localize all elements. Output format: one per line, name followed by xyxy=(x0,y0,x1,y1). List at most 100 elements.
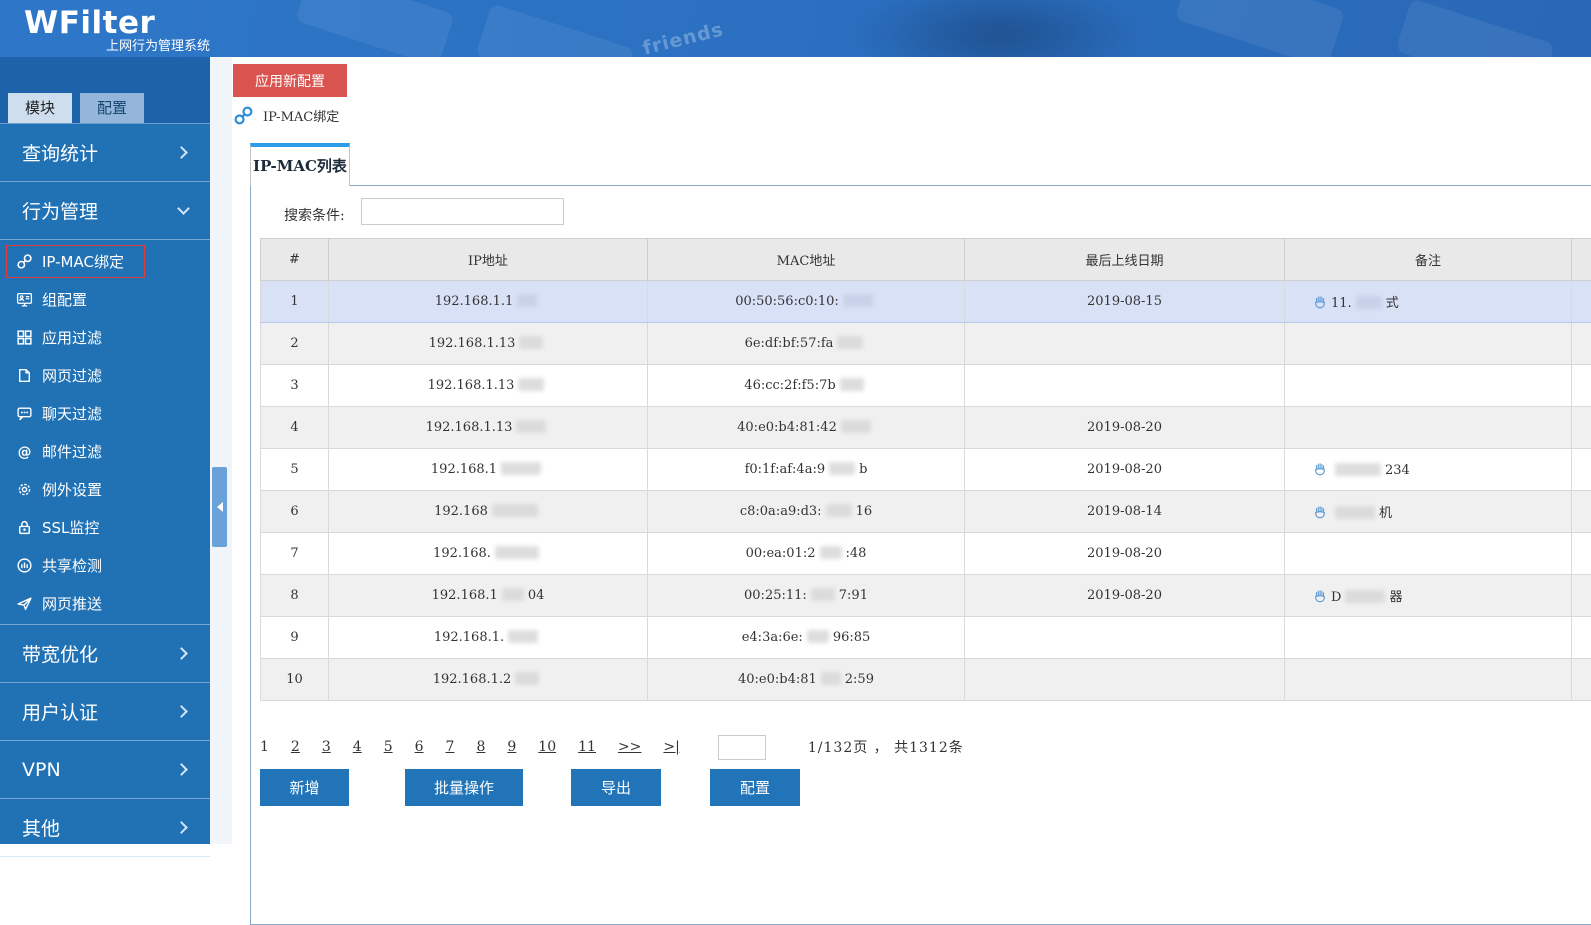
sidebar-item-mail-filter[interactable]: @邮件过滤 xyxy=(0,432,210,470)
sidebar: 模块 配置 查询统计行为管理 IP-MAC绑定组配置应用过滤网页过滤聊天过滤 @邮件… xyxy=(0,57,210,844)
sidebar-item-label: 网页推送 xyxy=(42,593,102,614)
redacted-text xyxy=(495,546,539,559)
cell-mac: 00:ea:01:2:48 xyxy=(648,533,965,575)
mail-filter-icon: @ xyxy=(16,443,33,460)
page-link-7[interactable]: 7 xyxy=(446,739,455,755)
page-link-2[interactable]: 2 xyxy=(291,739,300,755)
sidebar-item-label: 聊天过滤 xyxy=(42,403,102,424)
cell-extra xyxy=(1572,449,1591,491)
sidebar-item-ip-mac-binding[interactable]: IP-MAC绑定 xyxy=(0,242,210,280)
cell-mac: 6e:df:bf:57:fa xyxy=(648,323,965,365)
sidebar-item-web-filter[interactable]: 网页过滤 xyxy=(0,356,210,394)
cell-extra xyxy=(1572,659,1591,701)
page-link-4[interactable]: 4 xyxy=(353,739,362,755)
apply-new-config-button[interactable]: 应用新配置 xyxy=(233,64,347,97)
table-row[interactable]: 7192.168.00:ea:01:2:482019-08-20 xyxy=(261,533,1591,575)
page-link-8[interactable]: 8 xyxy=(476,739,485,755)
config-button[interactable]: 配置 xyxy=(710,769,800,806)
table-row[interactable]: 9192.168.1.e4:3a:6e:96:85 xyxy=(261,617,1591,659)
page-link-11[interactable]: 11 xyxy=(578,739,596,755)
hand-icon xyxy=(1312,504,1328,520)
redacted-text xyxy=(820,546,842,559)
table-row[interactable]: 6192.168c8:0a:a9:d3:162019-08-14机 xyxy=(261,491,1591,533)
cell-index: 7 xyxy=(261,533,329,575)
cell-text: 11. xyxy=(1331,296,1352,311)
cell-mac: e4:3a:6e:96:85 xyxy=(648,617,965,659)
sidebar-item-app-filter[interactable]: 应用过滤 xyxy=(0,318,210,356)
cell-text: 192.168 xyxy=(434,504,488,519)
web-push-icon xyxy=(16,595,33,612)
ip-mac-table: # IP地址 MAC地址 最后上线日期 备注 1192.168.1.100:50… xyxy=(260,238,1591,701)
main-content: 应用新配置 IP-MAC绑定 IP-MAC列表 搜索条件: # IP地址 MAC… xyxy=(232,57,1591,844)
table-row[interactable]: 10192.168.1.240:e0:b4:812:59 xyxy=(261,659,1591,701)
cell-ip: 192.168.1. xyxy=(329,617,648,659)
cell-remark xyxy=(1285,323,1572,365)
table-row[interactable]: 2192.168.1.136e:df:bf:57:fa xyxy=(261,323,1591,365)
table-row[interactable]: 1192.168.1.100:50:56:c0:10:2019-08-1511.… xyxy=(261,281,1591,323)
table-row[interactable]: 5192.168.1f0:1f:af:4a:9b2019-08-20234 xyxy=(261,449,1591,491)
cell-index: 6 xyxy=(261,491,329,533)
table-header-row: # IP地址 MAC地址 最后上线日期 备注 xyxy=(261,239,1591,281)
sidebar-item-share-detection[interactable]: 共享检测 xyxy=(0,546,210,584)
cell-mac: f0:1f:af:4a:9b xyxy=(648,449,965,491)
col-extra xyxy=(1572,239,1591,281)
sidebar-item-label: 应用过滤 xyxy=(42,327,102,348)
page-link-5[interactable]: 5 xyxy=(384,739,393,755)
table-row[interactable]: 4192.168.1.1340:e0:b4:81:422019-08-20 xyxy=(261,407,1591,449)
cell-last-online xyxy=(965,365,1285,407)
cell-text: 234 xyxy=(1385,463,1410,478)
category-label: 行为管理 xyxy=(22,197,98,224)
cell-extra xyxy=(1572,491,1591,533)
cell-index: 9 xyxy=(261,617,329,659)
add-button[interactable]: 新增 xyxy=(260,769,349,806)
col-last-online: 最后上线日期 xyxy=(965,239,1285,281)
cell-remark xyxy=(1285,365,1572,407)
chevron-right-icon xyxy=(175,821,188,834)
batch-operation-button[interactable]: 批量操作 xyxy=(405,769,523,806)
page-next-group[interactable]: >> xyxy=(618,739,641,755)
sidebar-item-chat-filter[interactable]: 聊天过滤 xyxy=(0,394,210,432)
sidebar-collapse-handle[interactable] xyxy=(212,467,227,547)
hand-icon xyxy=(1312,461,1328,477)
sidebar-category-behavior-mgmt[interactable]: 行为管理 xyxy=(0,182,210,240)
sidebar-item-web-push[interactable]: 网页推送 xyxy=(0,584,210,622)
tab-config[interactable]: 配置 xyxy=(80,93,144,123)
sidebar-item-label: SSL监控 xyxy=(42,517,99,538)
sidebar-category-query-stats[interactable]: 查询统计 xyxy=(0,124,210,182)
chat-filter-icon xyxy=(16,405,33,422)
sidebar-category-vpn[interactable]: VPN xyxy=(0,741,210,799)
cell-mac: 00:50:56:c0:10: xyxy=(648,281,965,323)
tab-ip-mac-list[interactable]: IP-MAC列表 xyxy=(250,143,350,186)
submenu-group: IP-MAC绑定组配置应用过滤网页过滤聊天过滤 @邮件过滤例外设置 SSL监控共享检… xyxy=(0,240,210,625)
page-jump-input[interactable] xyxy=(718,735,766,760)
sidebar-item-group-config[interactable]: 组配置 xyxy=(0,280,210,318)
chevron-right-icon xyxy=(175,705,188,718)
page-link-10[interactable]: 10 xyxy=(538,739,556,755)
table-row[interactable]: 3192.168.1.1346:cc:2f:f5:7b xyxy=(261,365,1591,407)
category-label: 其他 xyxy=(22,814,60,841)
redacted-text xyxy=(518,378,544,391)
sidebar-category-user-auth[interactable]: 用户认证 xyxy=(0,683,210,741)
category-label: 查询统计 xyxy=(22,139,98,166)
hand-icon xyxy=(1312,588,1328,604)
page-link-3[interactable]: 3 xyxy=(322,739,331,755)
sidebar-menu: 查询统计行为管理 IP-MAC绑定组配置应用过滤网页过滤聊天过滤 @邮件过滤例外设置… xyxy=(0,124,210,857)
sidebar-category-other[interactable]: 其他 xyxy=(0,799,210,857)
tab-modules[interactable]: 模块 xyxy=(8,93,72,123)
chevron-down-icon xyxy=(177,202,190,215)
sidebar-item-exception-settings[interactable]: 例外设置 xyxy=(0,470,210,508)
export-button[interactable]: 导出 xyxy=(571,769,661,806)
chevron-right-icon xyxy=(175,763,188,776)
pagination: 1234567891011>>>|1/132页 ， 共1312条 xyxy=(260,734,986,760)
sidebar-item-ssl-monitor[interactable]: SSL监控 xyxy=(0,508,210,546)
page-link-9[interactable]: 9 xyxy=(507,739,516,755)
table-row[interactable]: 8192.168.10400:25:11:7:912019-08-20D器 xyxy=(261,575,1591,617)
search-input[interactable] xyxy=(361,198,564,225)
page-link-6[interactable]: 6 xyxy=(415,739,424,755)
share-detection-icon xyxy=(16,557,33,574)
cell-extra xyxy=(1572,323,1591,365)
keyboard-background xyxy=(295,0,455,57)
page-last[interactable]: >| xyxy=(663,739,679,755)
sidebar-category-bandwidth-opt[interactable]: 带宽优化 xyxy=(0,625,210,683)
link-icon xyxy=(16,253,33,270)
